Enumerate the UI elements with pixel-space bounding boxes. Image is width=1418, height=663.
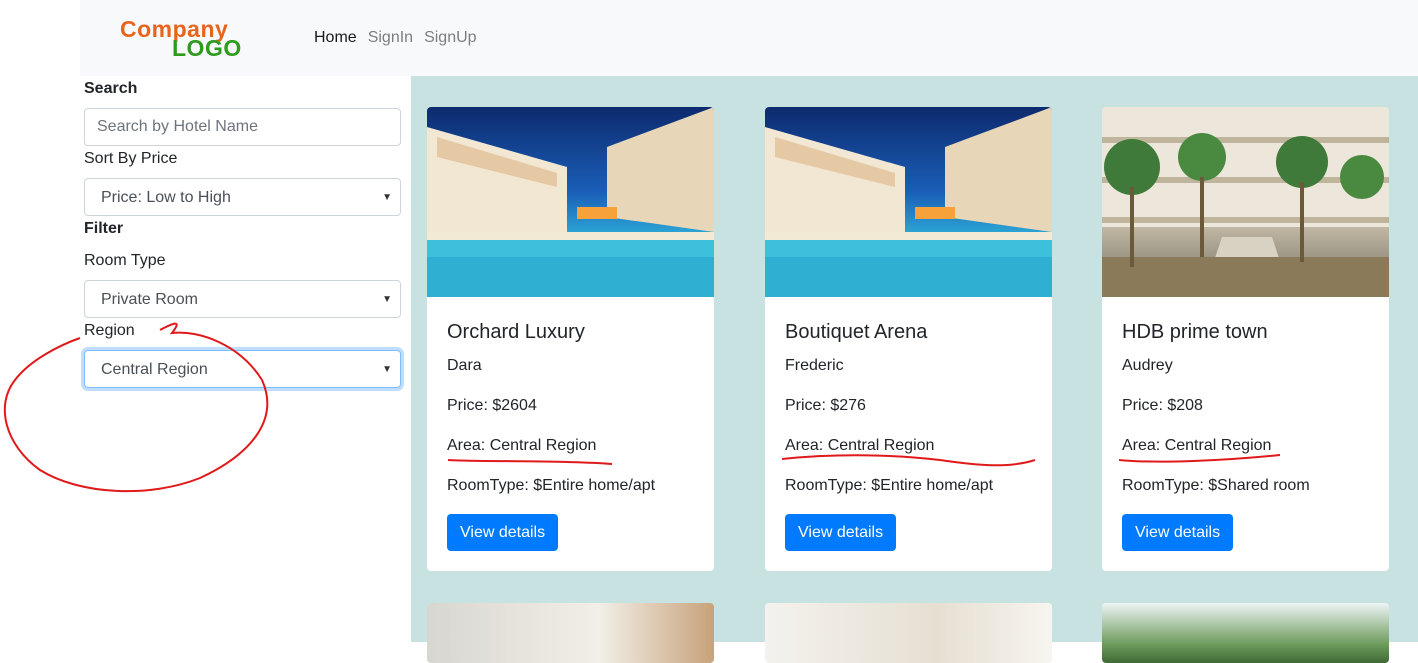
hotel-photo (427, 107, 714, 297)
region-select-value: Central Region (101, 361, 208, 378)
hotel-host: Frederic (785, 357, 844, 374)
hotel-photo (765, 107, 1052, 297)
sort-select[interactable]: Price: Low to High ▼ (84, 178, 401, 216)
sort-label: Sort By Price (84, 150, 178, 167)
hotel-price: Price: $208 (1122, 397, 1203, 414)
search-input[interactable]: Search by Hotel Name (84, 108, 401, 146)
nav-home-link[interactable]: Home (314, 29, 357, 47)
hotel-area: Area: Central Region (447, 437, 597, 454)
view-details-button[interactable]: View details (785, 514, 897, 551)
hotel-area: Area: Central Region (785, 437, 935, 454)
hotel-room-type: RoomType: $Entire home/apt (447, 477, 656, 494)
navbar: Company LOGO Home SignIn SignUp (80, 0, 1418, 76)
chevron-down-icon: ▼ (382, 364, 392, 375)
room-type-select-value: Private Room (101, 291, 198, 308)
hotel-card (765, 603, 1052, 663)
search-heading: Search (84, 80, 138, 97)
hotel-price: Price: $276 (785, 397, 866, 414)
hotel-card: HDB prime town Audrey Price: $208 Area: … (1102, 107, 1389, 571)
nav-links: Home SignIn SignUp (314, 29, 488, 47)
room-type-label: Room Type (84, 252, 166, 269)
hotel-card (427, 603, 714, 663)
hotel-area: Area: Central Region (1122, 437, 1272, 454)
hotel-photo (1102, 107, 1389, 297)
hotel-photo (1102, 603, 1389, 663)
chevron-down-icon: ▼ (382, 294, 392, 305)
hotel-photo (765, 603, 1052, 663)
hotel-price: Price: $2604 (447, 397, 537, 414)
hotel-room-type: RoomType: $Entire home/apt (785, 477, 994, 494)
region-label: Region (84, 322, 135, 339)
hotel-name: HDB prime town (1122, 321, 1268, 343)
chevron-down-icon: ▼ (382, 192, 392, 203)
hotel-name: Orchard Luxury (447, 321, 585, 343)
nav-signin-link[interactable]: SignIn (368, 29, 413, 47)
sort-select-value: Price: Low to High (101, 189, 231, 206)
view-details-button[interactable]: View details (1122, 514, 1234, 551)
region-select[interactable]: Central Region ▼ (84, 350, 401, 388)
hotel-photo (427, 603, 714, 663)
hotel-card (1102, 603, 1389, 663)
hotel-room-type: RoomType: $Shared room (1122, 477, 1310, 494)
hotel-listing-area: Orchard Luxury Dara Price: $2604 Area: C… (411, 76, 1418, 663)
hotel-host: Dara (447, 357, 482, 374)
logo-line2: LOGO (172, 35, 242, 61)
region-circle-mark (3, 322, 269, 493)
hotel-card: Boutiquet Arena Frederic Price: $276 Are… (765, 107, 1052, 571)
company-logo[interactable]: Company LOGO (120, 16, 262, 61)
hotel-host: Audrey (1122, 357, 1173, 374)
nav-signup-link[interactable]: SignUp (424, 29, 476, 47)
view-details-button[interactable]: View details (447, 514, 559, 551)
filter-heading: Filter (84, 220, 124, 237)
room-type-select[interactable]: Private Room ▼ (84, 280, 401, 318)
hotel-card: Orchard Luxury Dara Price: $2604 Area: C… (427, 107, 714, 571)
hotel-name: Boutiquet Arena (785, 321, 928, 343)
